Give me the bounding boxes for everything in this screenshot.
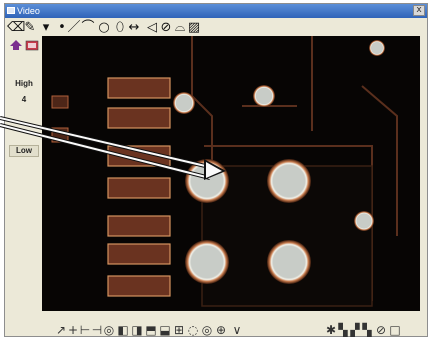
via-2 xyxy=(253,85,275,107)
lasso-tool-icon[interactable]: ⊘ xyxy=(159,19,173,36)
pencil-tool-icon[interactable]: ✎ xyxy=(23,19,37,36)
distance-tool-icon[interactable]: ↔ xyxy=(127,19,141,36)
sidebar: High 4 Low xyxy=(7,37,41,307)
analysis-toolbar: ↗ + ⊢ ⊣ ◎ ◧ ◨ ⬒ ⬓ ⊞ ◌ ◎ ⊕ ∨ ✱ ▚ ▞ ▚ ⊘ □ xyxy=(45,322,425,338)
window-icon xyxy=(7,7,15,14)
pad-bottom-left xyxy=(185,240,229,284)
box-bottom-icon[interactable]: ⬓ xyxy=(159,322,171,338)
no-entry-icon[interactable]: ⊘ xyxy=(375,322,387,338)
image-tool-icon[interactable]: ▨ xyxy=(187,19,201,36)
via-3 xyxy=(369,40,385,56)
angle-tool-icon[interactable]: ◁ xyxy=(145,19,159,36)
illumination-icon[interactable]: ✱ xyxy=(325,322,337,338)
vacuum-tool-icon[interactable]: ▾ xyxy=(39,19,53,36)
window-title: Video xyxy=(17,6,40,16)
via-1 xyxy=(173,92,195,114)
zoom-icon[interactable] xyxy=(9,39,23,51)
crosshair-icon[interactable]: + xyxy=(67,322,79,338)
lasso-icon[interactable]: ◌ xyxy=(187,322,199,338)
box-grid-icon[interactable]: ⊞ xyxy=(173,322,185,338)
pattern-b-icon[interactable]: ▞ xyxy=(349,322,361,338)
pattern-c-icon[interactable]: ▚ xyxy=(361,322,373,338)
measurement-toolbar: ⌫ ✎ ▾ • ／ ⌒ ○ ⬯ ↔ ◁ ⊘ ⌓ ▨ xyxy=(7,19,425,36)
line-tool-icon[interactable]: ／ xyxy=(67,19,81,36)
pcb-image xyxy=(42,36,420,311)
title-bar[interactable]: Video x xyxy=(5,4,427,18)
blank-icon[interactable]: □ xyxy=(389,322,401,338)
pad-top-left xyxy=(185,159,229,203)
box-left-icon[interactable]: ◧ xyxy=(117,322,129,338)
low-button[interactable]: Low xyxy=(9,145,39,157)
high-label: High xyxy=(15,79,33,88)
target-icon[interactable]: ◎ xyxy=(103,322,115,338)
via-4 xyxy=(354,211,374,231)
eraser-tool-icon[interactable]: ⌫ xyxy=(7,19,25,36)
settings-icon[interactable] xyxy=(25,39,39,51)
video-window: Video x ⌫ ✎ ▾ • ／ ⌒ ○ ⬯ ↔ ◁ ⊘ ⌓ ▨ High 4 Low xyxy=(4,3,428,337)
box-top-icon[interactable]: ⬒ xyxy=(145,322,157,338)
pad-bottom-right xyxy=(267,240,311,284)
pattern-a-icon[interactable]: ▚ xyxy=(337,322,349,338)
box-right-icon[interactable]: ◨ xyxy=(131,322,143,338)
video-viewport[interactable] xyxy=(42,36,420,311)
arc-tool-icon[interactable]: ⌒ xyxy=(81,19,95,36)
slot-tool-icon[interactable]: ⬯ xyxy=(113,19,127,36)
probe-tool-icon[interactable]: ↗ xyxy=(55,322,67,338)
close-button[interactable]: x xyxy=(413,5,425,16)
level-value: 4 xyxy=(21,95,27,104)
dropdown-icon[interactable]: ∨ xyxy=(231,322,243,338)
focus-icon[interactable]: ⊕ xyxy=(215,322,227,338)
edge-right-icon[interactable]: ⊣ xyxy=(91,322,103,338)
edge-left-icon[interactable]: ⊢ xyxy=(79,322,91,338)
circle-tool-icon[interactable]: ○ xyxy=(97,19,111,36)
ring-icon[interactable]: ◎ xyxy=(201,322,213,338)
blob-tool-icon[interactable]: ⌓ xyxy=(173,19,187,36)
pad-top-right xyxy=(267,159,311,203)
